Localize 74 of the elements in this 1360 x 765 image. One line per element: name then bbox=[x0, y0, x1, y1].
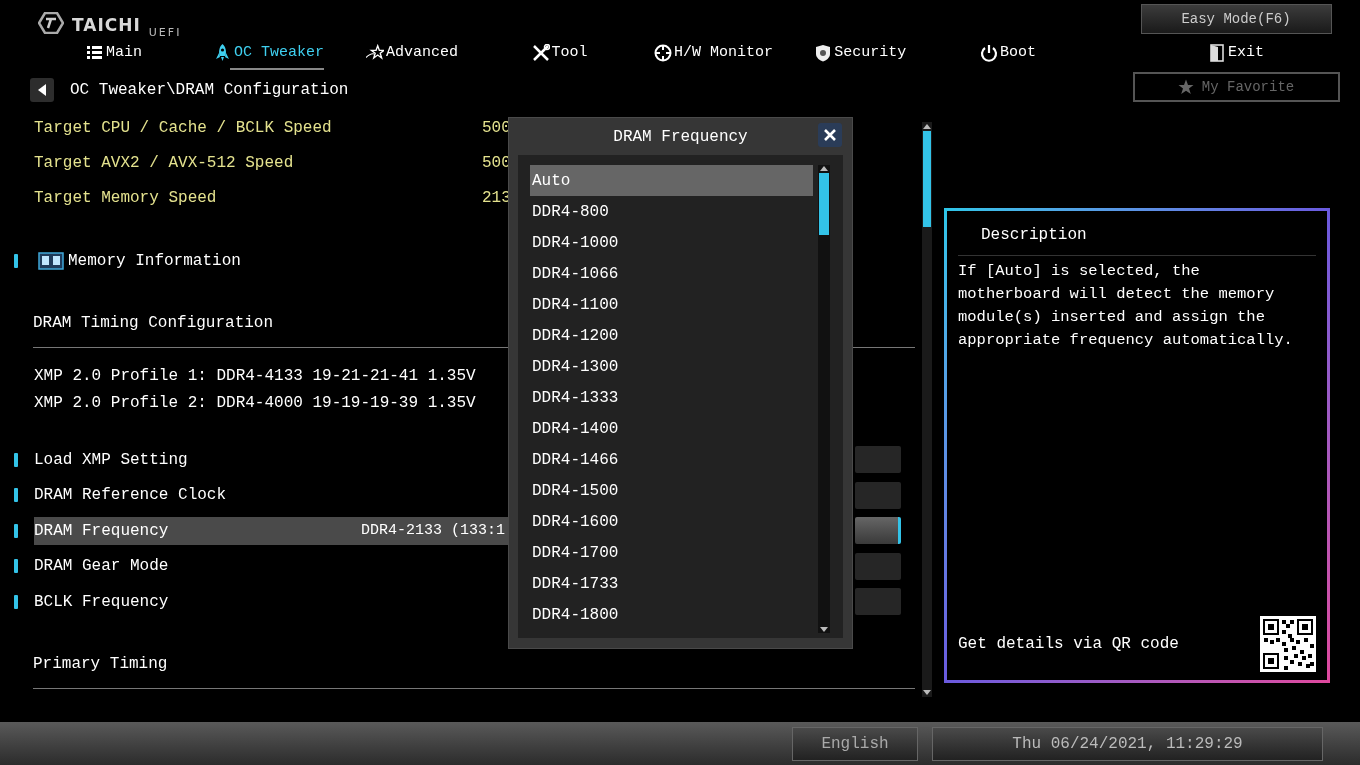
list-option[interactable]: DDR4-1333 bbox=[530, 382, 813, 413]
scroll-down-icon[interactable] bbox=[923, 690, 931, 696]
nav-tab[interactable]: Exit bbox=[1208, 38, 1264, 68]
nav-tab[interactable]: Advanced bbox=[365, 38, 458, 68]
row-marker bbox=[14, 452, 18, 467]
power-icon bbox=[979, 44, 998, 62]
list-scroll-thumb[interactable] bbox=[819, 173, 829, 235]
date-time-display: Thu 06/24/2021, 11:29:29 bbox=[932, 726, 1323, 761]
profile-text: XMP 2.0 Profile 2: DDR4-4000 19-19-19-39 1.35V bbox=[34, 392, 476, 414]
list-option[interactable]: DDR4-1466 bbox=[530, 444, 813, 475]
info-label: Target Memory Speed bbox=[34, 187, 218, 209]
qr-caption: Get details via QR code bbox=[958, 634, 1179, 655]
scroll-up-icon[interactable] bbox=[923, 123, 931, 129]
list-option[interactable]: DDR4-1000 bbox=[530, 227, 813, 258]
close-icon bbox=[824, 129, 836, 141]
crosshair-icon bbox=[654, 44, 673, 62]
list-option[interactable]: DDR4-800 bbox=[530, 196, 813, 227]
back-arrow-icon bbox=[37, 84, 47, 96]
list-scroll-bar[interactable] bbox=[818, 165, 830, 633]
nav-tab[interactable]: Boot bbox=[979, 38, 1036, 68]
list-option[interactable]: DDR4-1800 bbox=[530, 599, 813, 630]
row-marker bbox=[14, 254, 18, 268]
favorite-button[interactable]: My Favorite bbox=[1132, 72, 1340, 102]
nav-tab[interactable]: OC Tweaker bbox=[213, 38, 324, 68]
submenu-item[interactable]: Memory Information bbox=[38, 249, 241, 273]
list-option[interactable]: DDR4-1500 bbox=[530, 475, 813, 506]
value-box[interactable] bbox=[855, 517, 901, 545]
close-button[interactable] bbox=[818, 123, 842, 147]
list-option[interactable]: Auto bbox=[530, 165, 813, 196]
logo-text: TAICHI bbox=[72, 17, 141, 34]
nav-tab[interactable]: Main bbox=[86, 38, 142, 68]
row-marker bbox=[14, 488, 18, 503]
nav-tab[interactable]: Tool bbox=[531, 38, 588, 68]
list-icon bbox=[86, 44, 104, 62]
star-icon bbox=[1177, 79, 1194, 95]
list-option[interactable]: DDR4-1733 bbox=[530, 568, 813, 599]
list-option[interactable]: DDR4-1400 bbox=[530, 413, 813, 444]
logo-suffix: UEFI bbox=[148, 27, 182, 38]
row-marker bbox=[14, 559, 18, 574]
description-text: If [Auto] is selected, the motherboard will detect the memory module(s) inserted and assign the appropriate frequency automatically. bbox=[958, 261, 1294, 351]
tools-icon bbox=[531, 44, 550, 62]
shield-badge-icon bbox=[814, 44, 833, 62]
language-button[interactable]: English bbox=[792, 726, 918, 761]
qr-code-icon bbox=[1260, 616, 1316, 672]
list-option[interactable]: DDR4-1200 bbox=[530, 320, 813, 351]
back-button[interactable] bbox=[30, 78, 54, 102]
dialog-title: DRAM Frequency bbox=[613, 126, 748, 148]
rocket-icon bbox=[213, 44, 232, 62]
star-swoosh-icon bbox=[365, 44, 384, 62]
nav-tab[interactable]: Security bbox=[814, 38, 907, 68]
scroll-down-icon[interactable] bbox=[820, 627, 828, 633]
list-option[interactable]: DDR4-1066 bbox=[530, 258, 813, 289]
section-heading: DRAM Timing Configuration bbox=[33, 313, 274, 334]
scroll-thumb[interactable] bbox=[923, 131, 931, 227]
row-marker bbox=[14, 523, 18, 538]
hexagon-logo-icon bbox=[38, 12, 64, 34]
info-label: Target AVX2 / AVX-512 Speed bbox=[34, 152, 295, 174]
setting-label: DRAM Gear Mode bbox=[34, 556, 170, 578]
setting-value: DDR4-2133 (133:1 bbox=[361, 520, 506, 541]
breadcrumb-path: OC Tweaker\DRAM Configuration bbox=[70, 80, 349, 101]
row-marker bbox=[14, 594, 18, 609]
nav-tab[interactable]: H/W Monitor bbox=[654, 38, 774, 68]
description-title: Description bbox=[981, 225, 1087, 246]
info-label: Target CPU / Cache / BCLK Speed bbox=[34, 117, 333, 139]
memory-book-icon bbox=[38, 252, 64, 270]
scroll-bar[interactable] bbox=[922, 122, 932, 697]
scroll-up-icon[interactable] bbox=[820, 165, 828, 171]
profile-text: XMP 2.0 Profile 1: DDR4-4133 19-21-21-41 1.35V bbox=[34, 365, 476, 387]
list-option[interactable]: DDR4-1300 bbox=[530, 351, 813, 382]
section-heading: Primary Timing bbox=[33, 653, 168, 675]
door-icon bbox=[1208, 44, 1226, 62]
setting-label: DRAM Frequency bbox=[34, 520, 170, 542]
list-option[interactable]: DDR4-1100 bbox=[530, 289, 813, 320]
easy-mode-button[interactable]: Easy Mode(F6) bbox=[1140, 4, 1332, 34]
